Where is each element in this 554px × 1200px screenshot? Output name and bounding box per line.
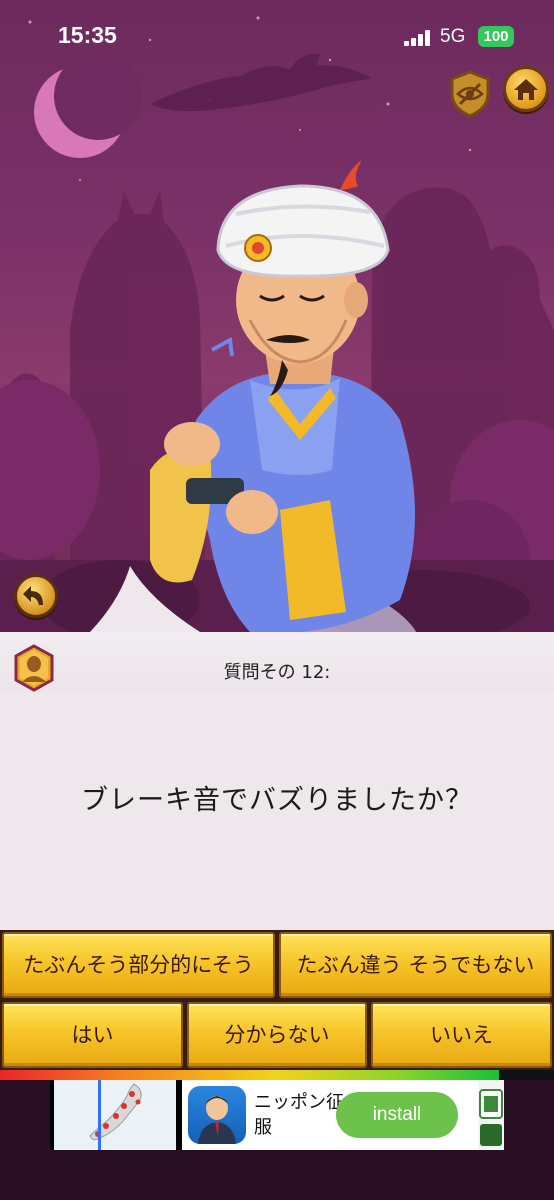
home-button[interactable]	[503, 66, 549, 112]
question-panel: 質問その 12: ブレーキ音でバズりましたか？	[0, 632, 554, 930]
ad-divider	[98, 1080, 101, 1150]
undo-arrow-icon	[23, 586, 43, 605]
status-time: 15:35	[58, 22, 117, 48]
status-bar: 15:35 5G 100	[0, 0, 554, 74]
answer-probably-not-button[interactable]: たぶん違う そうでもない	[279, 932, 552, 998]
network-label: 5G	[440, 26, 466, 47]
answer-dont-know-button[interactable]: 分からない	[187, 1002, 367, 1068]
signal-icon	[404, 30, 432, 46]
install-button[interactable]: install	[336, 1092, 458, 1138]
ad-app-icon[interactable]	[188, 1086, 246, 1144]
home-icon	[514, 79, 538, 100]
ad-banner[interactable]: ニッポン征服 install	[50, 1080, 504, 1150]
hide-shield-button[interactable]	[448, 70, 492, 118]
battery-indicator: 100	[478, 26, 514, 47]
progress-bar	[0, 1070, 554, 1080]
ad-map-image[interactable]	[54, 1080, 176, 1150]
ad-mahjong-image[interactable]	[478, 1080, 504, 1150]
answer-no-button[interactable]: いいえ	[371, 1002, 552, 1068]
ad-content[interactable]: ニッポン征服 install	[182, 1080, 478, 1150]
ad-app-name: ニッポン征服	[254, 1092, 344, 1138]
answer-buttons: たぶんそう部分的にそう たぶん違う そうでもない はい 分からない いいえ	[0, 930, 554, 1070]
question-text: ブレーキ音でバズりましたか？	[81, 785, 473, 816]
answer-yes-button[interactable]: はい	[2, 1002, 183, 1068]
game-scene: 15:35 5G 100	[0, 0, 554, 632]
question-number: 質問その 12:	[223, 662, 331, 683]
ad-area: ニッポン征服 install	[0, 1080, 554, 1200]
progress-fill	[0, 1070, 499, 1080]
eye-slash-shield-icon	[450, 70, 490, 118]
answer-probably-partially-button[interactable]: たぶんそう部分的にそう	[2, 932, 275, 998]
undo-button[interactable]	[14, 574, 58, 618]
